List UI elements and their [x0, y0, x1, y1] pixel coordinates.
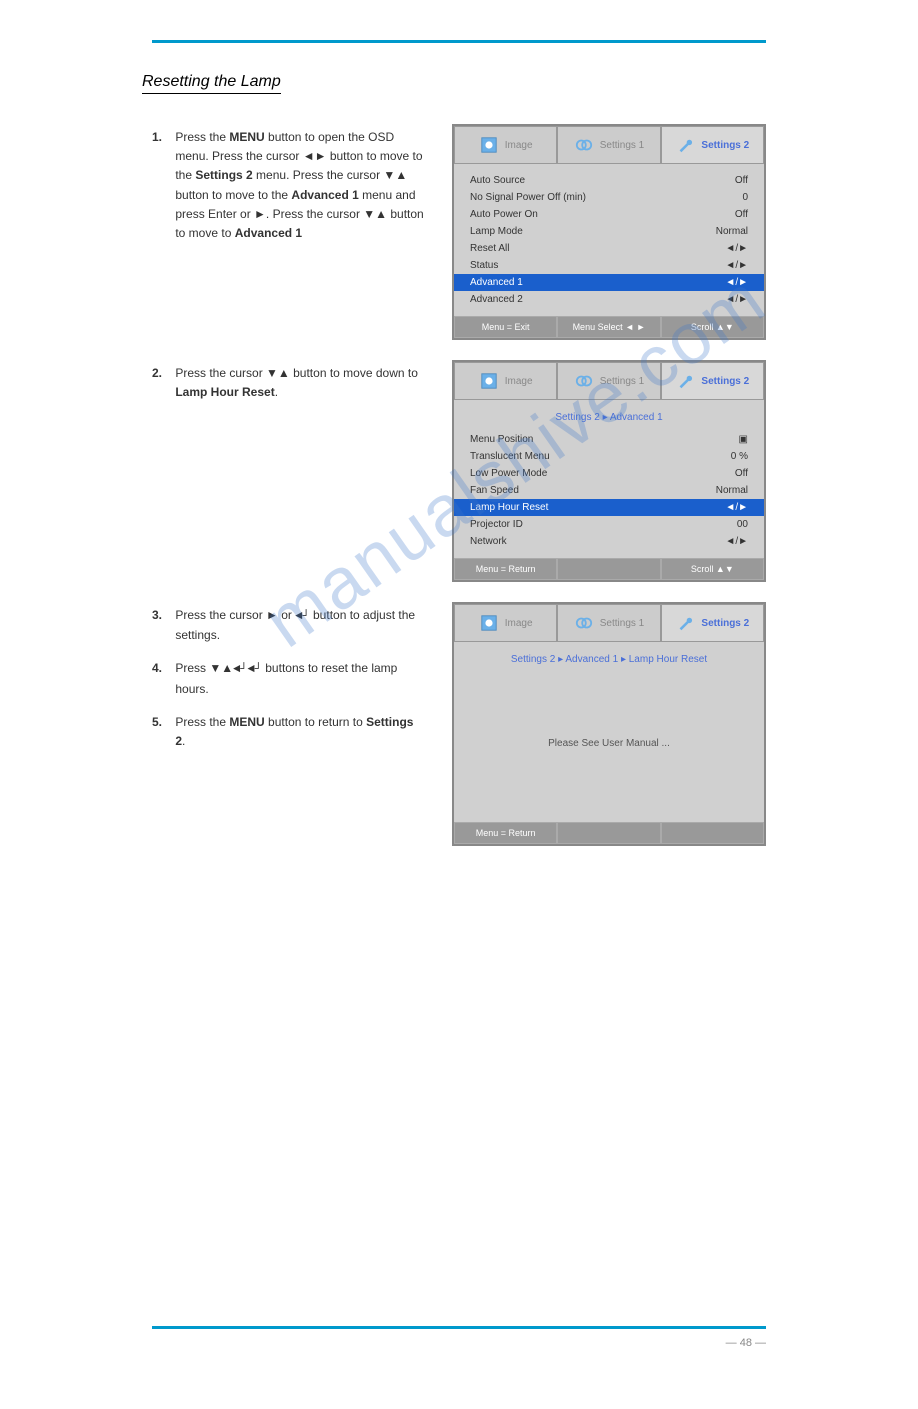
menu-row: Status◄/►: [466, 257, 752, 274]
wrench-icon: [675, 371, 695, 391]
osd-panel-lamp-reset: Image Settings 1 Settings 2 Settings 2 ▸…: [452, 602, 766, 846]
menu-row: Auto Power OnOff: [466, 206, 752, 223]
step-number: 4.: [152, 659, 172, 678]
footer-empty: [661, 822, 764, 844]
section-title: Resetting the Lamp: [142, 73, 281, 94]
tab-image[interactable]: Image: [454, 362, 557, 400]
tab-settings2[interactable]: Settings 2: [661, 604, 764, 642]
image-icon: [479, 135, 499, 155]
osd-body: Settings 2 ▸ Advanced 1 Menu Position▣ T…: [454, 400, 764, 558]
footer-menu-select[interactable]: Menu Select ◄ ►: [557, 316, 660, 338]
osd-panel-settings2: Image Settings 1 Settings 2 Auto SourceO…: [452, 124, 766, 340]
step-number: 2.: [152, 364, 172, 383]
menu-row: Low Power ModeOff: [466, 465, 752, 482]
menu-row: Projector ID00: [466, 516, 752, 533]
image-icon: [479, 613, 499, 633]
tab-image[interactable]: Image: [454, 604, 557, 642]
enter-key-icon: ◄┘: [295, 609, 309, 623]
menu-row: Translucent Menu0 %: [466, 448, 752, 465]
menu-row: Lamp ModeNormal: [466, 223, 752, 240]
breadcrumb: Settings 2 ▸ Advanced 1: [466, 408, 752, 431]
gear-icon: [574, 371, 594, 391]
footer-rule: — 48 —: [152, 1326, 766, 1349]
gear-icon: [574, 613, 594, 633]
osd-panel-advanced1: Image Settings 1 Settings 2 Settings 2 ▸…: [452, 360, 766, 582]
tab-settings1[interactable]: Settings 1: [557, 126, 660, 164]
enter-key-icon: ◄┘◄┘: [233, 662, 262, 676]
step-number: 5.: [152, 713, 172, 732]
footer-menu-return[interactable]: Menu = Return: [454, 558, 557, 580]
menu-row: Fan SpeedNormal: [466, 482, 752, 499]
step-2: 2. Press the cursor ▼▲ button to move do…: [152, 360, 432, 582]
footer-empty: [557, 822, 660, 844]
step-number: 3.: [152, 606, 172, 625]
osd-body: Settings 2 ▸ Advanced 1 ▸ Lamp Hour Rese…: [454, 642, 764, 822]
wrench-icon: [675, 613, 695, 633]
gear-icon: [574, 135, 594, 155]
breadcrumb: Settings 2 ▸ Advanced 1 ▸ Lamp Hour Rese…: [466, 650, 752, 673]
menu-row: No Signal Power Off (min)0: [466, 189, 752, 206]
menu-row-advanced1[interactable]: Advanced 1◄/►: [454, 274, 764, 291]
osd-message: Please See User Manual ...: [466, 673, 752, 814]
menu-row: Reset All◄/►: [466, 240, 752, 257]
menu-row: Advanced 2◄/►: [466, 291, 752, 308]
footer-scroll[interactable]: Scroll ▲▼: [661, 316, 764, 338]
footer-menu-exit[interactable]: Menu = Exit: [454, 316, 557, 338]
step-1: 1. Press the MENU button to open the OSD…: [152, 124, 432, 340]
menu-row: Auto SourceOff: [466, 172, 752, 189]
menu-row: Menu Position▣: [466, 431, 752, 448]
menu-row-lamp-hour-reset[interactable]: Lamp Hour Reset◄/►: [454, 499, 764, 516]
tab-image[interactable]: Image: [454, 126, 557, 164]
steps-3-5: 3. Press the cursor ► or ◄┘ button to ad…: [152, 602, 432, 846]
page-number: — 48 —: [726, 1337, 766, 1349]
wrench-icon: [675, 135, 695, 155]
footer-empty: [557, 558, 660, 580]
step-number: 1.: [152, 128, 172, 147]
tab-settings2[interactable]: Settings 2: [661, 362, 764, 400]
tab-settings1[interactable]: Settings 1: [557, 604, 660, 642]
osd-body: Auto SourceOff No Signal Power Off (min)…: [454, 164, 764, 316]
footer-scroll[interactable]: Scroll ▲▼: [661, 558, 764, 580]
menu-row: Network◄/►: [466, 533, 752, 550]
image-icon: [479, 371, 499, 391]
tab-settings1[interactable]: Settings 1: [557, 362, 660, 400]
header-rule: [152, 40, 766, 43]
footer-menu-return[interactable]: Menu = Return: [454, 822, 557, 844]
tab-settings2[interactable]: Settings 2: [661, 126, 764, 164]
